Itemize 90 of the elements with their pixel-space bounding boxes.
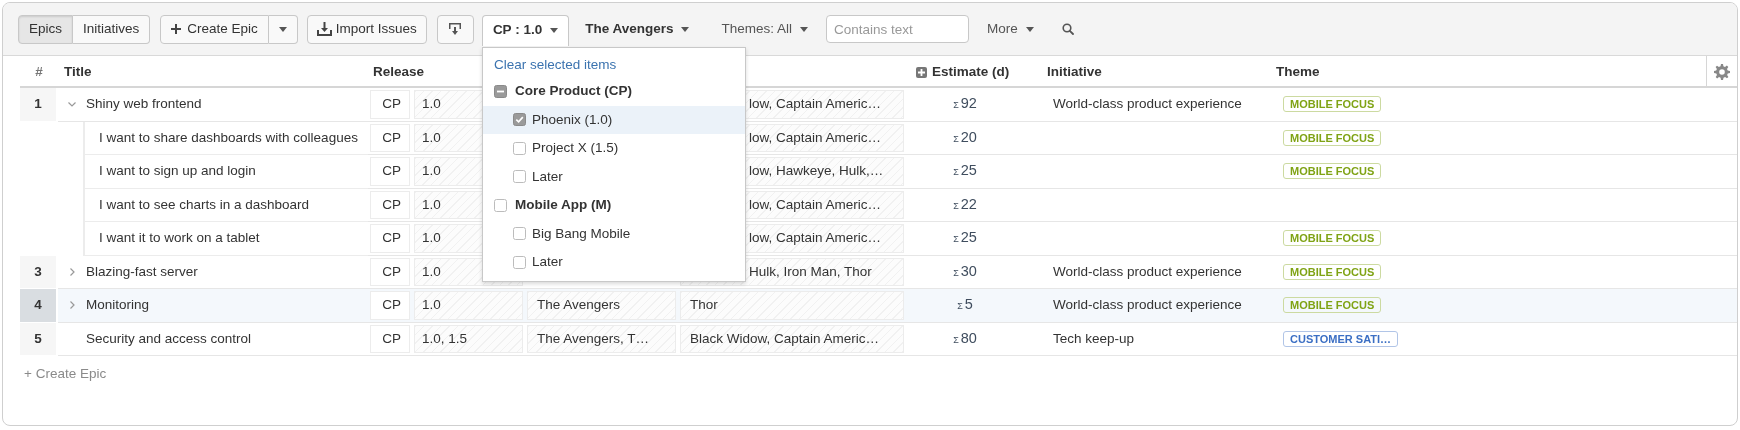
product-cell: CP xyxy=(370,90,410,119)
caret-icon xyxy=(799,26,808,32)
column-header[interactable]: Estimate (d) xyxy=(906,61,1030,83)
import-issues-button[interactable]: Import Issues xyxy=(306,14,427,44)
release-cell: 1.0, 1.5 xyxy=(414,324,523,353)
dropdown-button[interactable] xyxy=(268,14,298,44)
checkbox[interactable] xyxy=(513,255,526,269)
column-header[interactable]: Title xyxy=(58,61,368,83)
column-header[interactable]: Initiative xyxy=(1030,61,1270,83)
row-number: 4 xyxy=(20,289,58,323)
theme-tag: MOBILE FOCUS xyxy=(1283,129,1382,146)
filter-dropdown[interactable]: The Avengers xyxy=(575,14,700,44)
row-number: 1 xyxy=(20,88,58,122)
product-cell: CP xyxy=(370,157,410,186)
checkbox[interactable] xyxy=(513,113,526,127)
product-cell: CP xyxy=(370,190,410,219)
plus-icon xyxy=(171,24,182,34)
row-title[interactable]: I want to sign up and login xyxy=(99,161,256,182)
theme-tag: CUSTOMER SATI… xyxy=(1283,330,1399,347)
more-dropdown[interactable]: More xyxy=(978,14,1042,44)
tray-arrow-icon xyxy=(448,22,463,36)
theme-tag: MOBILE FOCUS xyxy=(1283,163,1382,180)
estimate-value: Σ 25 xyxy=(953,228,978,248)
members-cell: Black Widow, Captain Americ… xyxy=(680,324,904,353)
export-button[interactable] xyxy=(436,14,474,44)
row-title[interactable]: Security and access control xyxy=(86,328,252,349)
product-cell: CP xyxy=(370,257,410,286)
estimate-value: Σ 80 xyxy=(953,328,978,348)
download-icon xyxy=(316,22,332,36)
members-text: Hulk, Iron Man, Thor xyxy=(749,262,872,281)
product-cell: CP xyxy=(370,291,410,320)
members-text: low, Captain Americ… xyxy=(749,229,882,248)
column-header[interactable]: # xyxy=(20,61,58,83)
chevron-right-icon[interactable] xyxy=(69,267,75,276)
caret-icon xyxy=(1025,26,1034,32)
product-cell: CP xyxy=(370,123,410,152)
theme-tag: MOBILE FOCUS xyxy=(1283,96,1382,113)
row-title[interactable]: I want it to work on a tablet xyxy=(99,228,260,249)
chevron-right-icon[interactable] xyxy=(69,301,75,310)
create-epic-button[interactable]: Create Epic xyxy=(160,14,269,44)
estimate-value: Σ 20 xyxy=(953,127,978,147)
members-text: low, Hawkeye, Hulk,… xyxy=(749,162,884,181)
estimate-value: Σ 30 xyxy=(953,261,978,281)
theme-tag: MOBILE FOCUS xyxy=(1283,297,1382,314)
filter-dropdown[interactable]: Themes: All xyxy=(711,14,818,44)
product-cell: CP xyxy=(370,224,410,253)
caret-icon xyxy=(278,26,287,32)
theme-tag: MOBILE FOCUS xyxy=(1283,230,1382,247)
menu-item[interactable]: Phoenix (1.0) xyxy=(483,105,745,134)
estimate-value: Σ 25 xyxy=(953,161,978,181)
row-number: 3 xyxy=(20,255,58,289)
filter-dropdown[interactable]: CP : 1.0 xyxy=(481,14,570,46)
members-cell: Thor xyxy=(680,291,904,320)
settings-icon xyxy=(1714,64,1730,80)
row-title[interactable]: Blazing-fast server xyxy=(86,261,198,282)
expand-icon xyxy=(916,66,927,78)
column-header[interactable]: Theme xyxy=(1270,61,1706,83)
theme-tag: MOBILE FOCUS xyxy=(1283,263,1382,280)
checkbox[interactable] xyxy=(494,84,507,98)
checkbox[interactable] xyxy=(513,227,526,241)
search-icon xyxy=(1061,23,1074,35)
caret-icon xyxy=(550,28,559,33)
row-title[interactable]: Shiny web frontend xyxy=(86,94,202,115)
initiative-text: World-class product experience xyxy=(1053,296,1242,315)
estimate-value: Σ 92 xyxy=(953,94,978,114)
row-title[interactable]: I want to share dashboards with colleagues xyxy=(99,127,358,148)
search-field[interactable]: Contains text xyxy=(825,15,969,43)
checkbox[interactable] xyxy=(494,198,507,212)
chevron-down-icon[interactable] xyxy=(68,101,76,107)
estimate-value: Σ 5 xyxy=(957,295,974,315)
members-text: low, Captain Americ… xyxy=(749,195,882,214)
clear-selection-link[interactable]: Clear selected items xyxy=(494,54,617,76)
team-cell: The Avengers, T… xyxy=(527,324,676,353)
estimate-value: Σ 22 xyxy=(953,194,978,214)
initiative-text: World-class product experience xyxy=(1053,262,1242,281)
initiative-text: World-class product experience xyxy=(1053,95,1242,114)
view-tab[interactable]: Initiatives xyxy=(73,14,151,44)
row-number: 5 xyxy=(20,322,58,356)
caret-icon xyxy=(681,26,690,32)
row-title[interactable]: Monitoring xyxy=(86,295,150,316)
members-text: low, Captain Americ… xyxy=(749,128,882,147)
checkbox[interactable] xyxy=(513,170,526,184)
initiative-text: Tech keep-up xyxy=(1053,329,1135,348)
product-cell: CP xyxy=(370,324,410,353)
members-text: low, Captain Americ… xyxy=(749,95,882,114)
row-title[interactable]: I want to see charts in a dashboard xyxy=(99,194,310,215)
view-tab[interactable]: Epics xyxy=(18,14,73,44)
release-cell: 1.0 xyxy=(414,291,523,320)
checkbox[interactable] xyxy=(513,141,526,155)
team-cell: The Avengers xyxy=(527,291,676,320)
